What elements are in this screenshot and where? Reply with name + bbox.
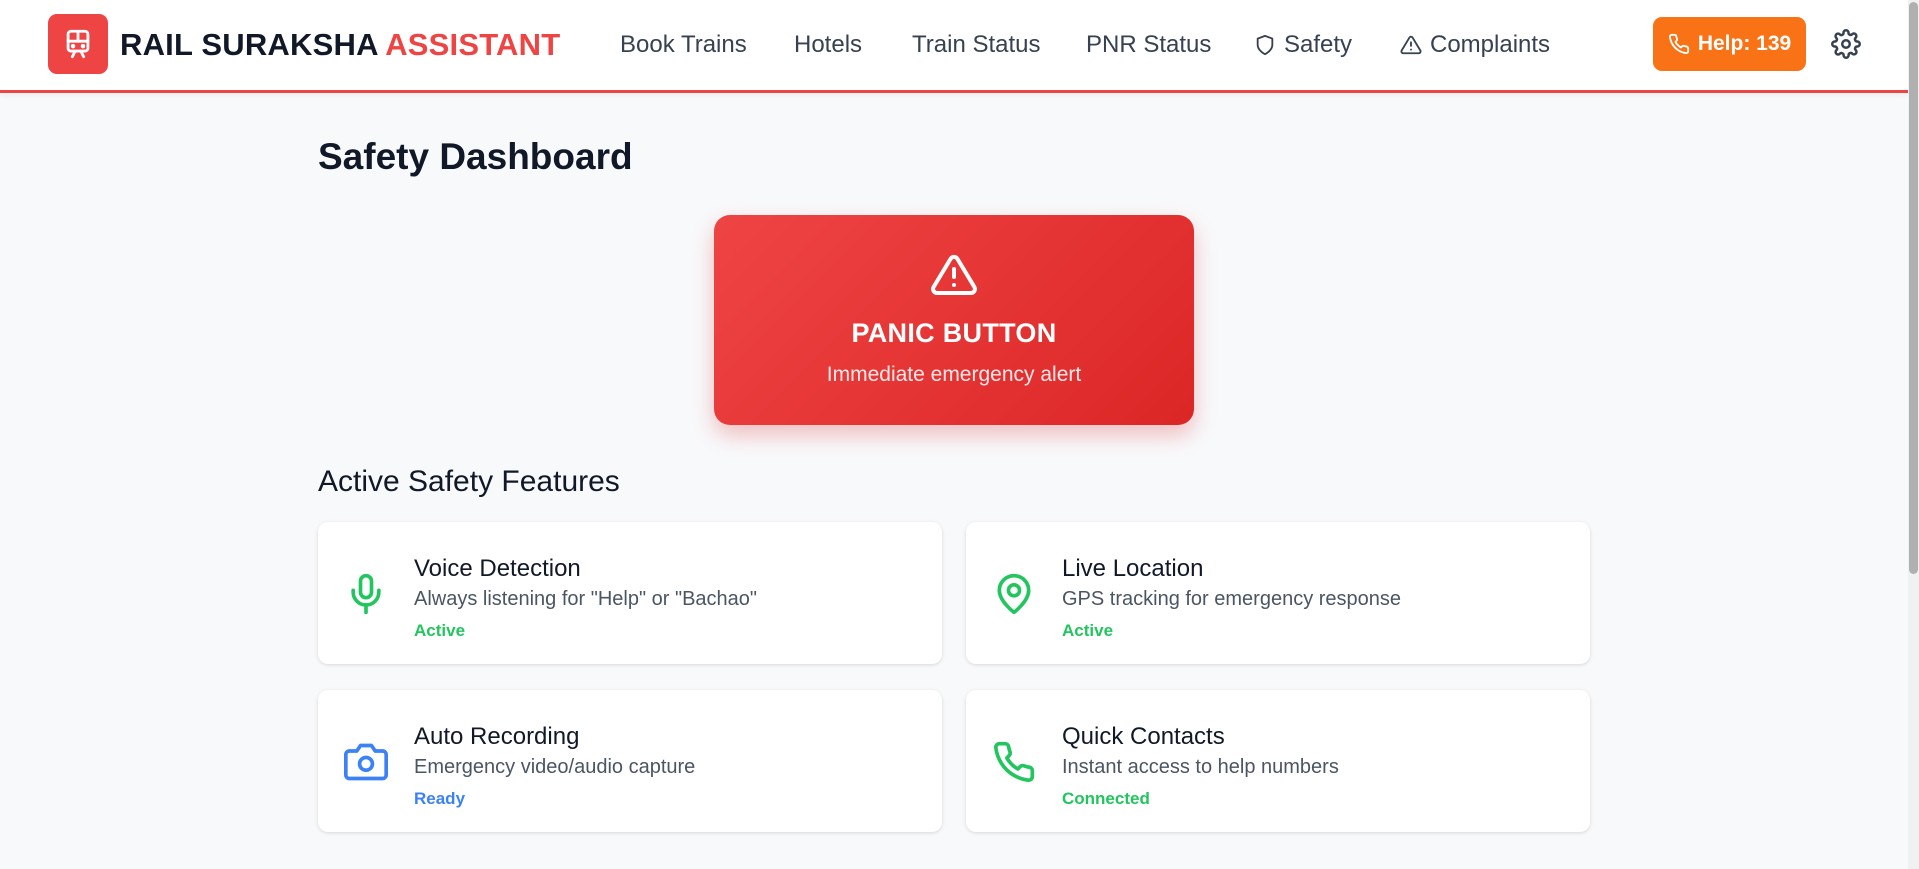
nav-label: Complaints	[1430, 31, 1551, 58]
section-title: Active Safety Features	[318, 465, 620, 498]
nav-label: Hotels	[794, 31, 863, 58]
brand-name[interactable]: RAIL SURAKSHA ASSISTANT	[120, 28, 560, 62]
panic-button-subtitle: Immediate emergency alert	[826, 363, 1082, 386]
nav-label: Safety	[1284, 31, 1353, 58]
page-title: Safety Dashboard	[318, 136, 633, 177]
top-navbar: RAIL SURAKSHA ASSISTANT Book Trains Hote…	[0, 0, 1908, 93]
train-icon	[66, 29, 90, 59]
nav-train-status[interactable]: Train Status	[912, 30, 1041, 60]
feature-card-live-location[interactable]: Live Location GPS tracking for emergency…	[966, 522, 1590, 664]
feature-title: Voice Detection	[414, 555, 581, 582]
feature-card-quick-contacts[interactable]: Quick Contacts Instant access to help nu…	[966, 690, 1590, 832]
nav-complaints[interactable]: Complaints	[1400, 30, 1550, 60]
feature-description: Always listening for "Help" or "Bachao"	[414, 588, 757, 610]
alert-triangle-icon	[931, 254, 977, 295]
feature-card-voice-detection[interactable]: Voice Detection Always listening for "He…	[318, 522, 942, 664]
shield-icon	[1256, 34, 1274, 56]
phone-icon	[1668, 33, 1689, 54]
nav-label: PNR Status	[1086, 31, 1212, 58]
status-badge: Active	[414, 621, 466, 640]
feature-card-auto-recording[interactable]: Auto Recording Emergency video/audio cap…	[318, 690, 942, 832]
gear-icon[interactable]	[1831, 29, 1861, 59]
phone-icon	[994, 741, 1035, 782]
status-badge: Active	[1062, 621, 1114, 640]
nav-book-trains[interactable]: Book Trains	[620, 30, 747, 60]
feature-description: GPS tracking for emergency response	[1062, 588, 1402, 610]
panic-button[interactable]: PANIC BUTTON Immediate emergency alert	[714, 215, 1194, 425]
nav-safety[interactable]: Safety	[1254, 30, 1352, 60]
help-button[interactable]: Help: 139	[1653, 17, 1806, 71]
feature-description: Instant access to help numbers	[1062, 756, 1339, 778]
feature-title: Live Location	[1062, 555, 1204, 582]
status-badge: Connected	[1062, 789, 1150, 808]
scrollbar[interactable]	[1908, 0, 1919, 869]
scrollbar-thumb[interactable]	[1909, 2, 1918, 574]
nav-hotels[interactable]: Hotels	[794, 30, 862, 60]
alert-triangle-icon	[1400, 35, 1422, 55]
nav-label: Book Trains	[620, 31, 747, 58]
feature-title: Quick Contacts	[1062, 723, 1225, 750]
feature-title: Auto Recording	[414, 723, 580, 750]
nav-label: Train Status	[912, 31, 1041, 58]
brand-part-1: RAIL SURAKSHA	[120, 27, 378, 62]
status-badge: Ready	[414, 789, 466, 808]
microphone-icon	[351, 573, 381, 615]
panic-button-title: PANIC BUTTON	[851, 318, 1057, 348]
nav-pnr-status[interactable]: PNR Status	[1086, 30, 1211, 60]
logo[interactable]	[48, 14, 108, 74]
camera-icon	[344, 743, 388, 781]
brand-part-2: ASSISTANT	[385, 27, 561, 62]
map-pin-icon	[997, 573, 1031, 615]
feature-description: Emergency video/audio capture	[414, 756, 696, 778]
help-button-label: Help: 139	[1697, 32, 1792, 55]
